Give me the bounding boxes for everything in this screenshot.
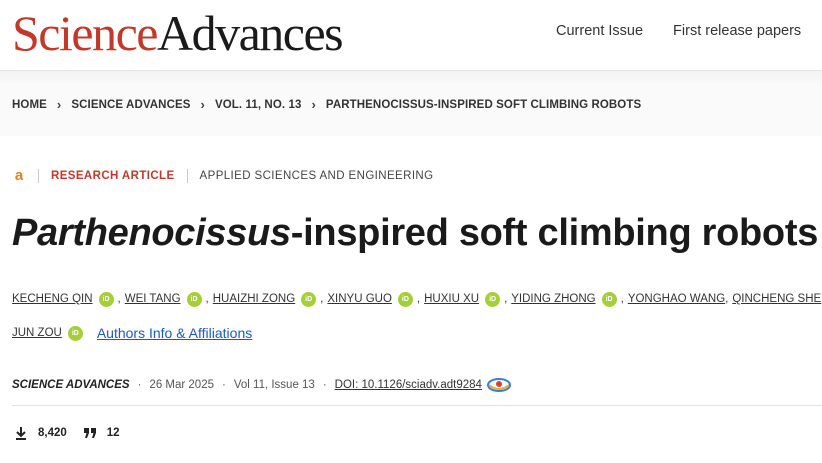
chevron-right-icon: › — [311, 97, 316, 112]
author-link[interactable]: HUXIU XU — [424, 293, 479, 305]
volume-issue[interactable]: Vol 11, Issue 13 — [234, 379, 315, 391]
article-subject[interactable]: APPLIED SCIENCES AND ENGINEERING — [200, 170, 434, 182]
author-link[interactable]: KECHENG QIN — [12, 293, 93, 305]
download-count: 8,420 — [38, 427, 67, 439]
crossmark-icon[interactable] — [486, 377, 512, 393]
divider — [186, 168, 188, 183]
divider — [12, 405, 822, 406]
article-title: Parthenocissus-inspired soft climbing ro… — [12, 212, 819, 254]
breadcrumb-journal[interactable]: SCIENCE ADVANCES — [71, 99, 190, 111]
nav-current-issue[interactable]: Current Issue — [556, 23, 643, 39]
author-link[interactable]: YONGHAO WANG — [628, 293, 725, 305]
download-icon[interactable] — [14, 426, 28, 440]
doi-link[interactable]: DOI: 10.1126/sciadv.adt9284 — [335, 379, 482, 391]
orcid-icon[interactable]: iD — [301, 291, 317, 307]
divider — [38, 168, 39, 183]
authors-affiliations-link[interactable]: Authors Info & Affiliations — [97, 325, 252, 341]
quote-icon[interactable] — [83, 426, 97, 440]
article-type-line: a RESEARCH ARTICLE APPLIED SCIENCES AND … — [12, 167, 433, 184]
orcid-icon[interactable]: iD — [98, 291, 114, 307]
science-advances-logo[interactable]: ScienceAdvances — [12, 4, 344, 62]
chevron-right-icon: › — [200, 97, 205, 112]
orcid-icon[interactable]: iD — [485, 291, 501, 307]
journal-name: SCIENCE ADVANCES — [12, 379, 130, 391]
citation-count: 12 — [106, 427, 120, 439]
orcid-icon[interactable]: iD — [601, 291, 617, 307]
author-link[interactable]: YIDING ZHONG — [511, 293, 595, 305]
article-metrics: 8,420 12 — [14, 426, 120, 440]
chevron-right-icon: › — [56, 97, 62, 112]
breadcrumb: HOME › SCIENCE ADVANCES › VOL. 11, NO. 1… — [12, 97, 641, 112]
orcid-icon[interactable]: iD — [397, 291, 413, 307]
breadcrumb-home[interactable]: HOME — [12, 99, 47, 111]
site-header: ScienceAdvances Current Issue First rele… — [0, 0, 822, 70]
author-link[interactable]: HUAIZHI ZONG — [213, 293, 295, 305]
orcid-icon[interactable]: iD — [67, 325, 83, 341]
author-list: KECHENG QIN iD, WEI TANG iD, HUAIZHI ZONG i… — [12, 291, 822, 341]
orcid-icon[interactable]: iD — [186, 291, 202, 307]
article-type: RESEARCH ARTICLE — [51, 169, 175, 182]
author-link[interactable]: QINCHENG SHE — [732, 293, 821, 305]
top-nav: Current Issue First release papers — [556, 23, 801, 39]
author-link[interactable]: WEI TANG — [125, 293, 181, 305]
publication-date: 26 Mar 2025 — [149, 379, 214, 391]
open-access-icon: a — [14, 167, 24, 184]
breadcrumb-issue[interactable]: VOL. 11, NO. 13 — [215, 99, 302, 111]
author-link[interactable]: XINYU GUO — [327, 293, 392, 305]
nav-first-release-papers[interactable]: First release papers — [673, 23, 801, 39]
publication-meta: SCIENCE ADVANCES · 26 Mar 2025 · Vol 11,… — [12, 377, 512, 393]
breadcrumb-bar: HOME › SCIENCE ADVANCES › VOL. 11, NO. 1… — [0, 70, 822, 136]
author-link[interactable]: JUN ZOU — [12, 327, 62, 339]
breadcrumb-current: PARTHENOCISSUS-INSPIRED SOFT CLIMBING RO… — [325, 98, 642, 111]
